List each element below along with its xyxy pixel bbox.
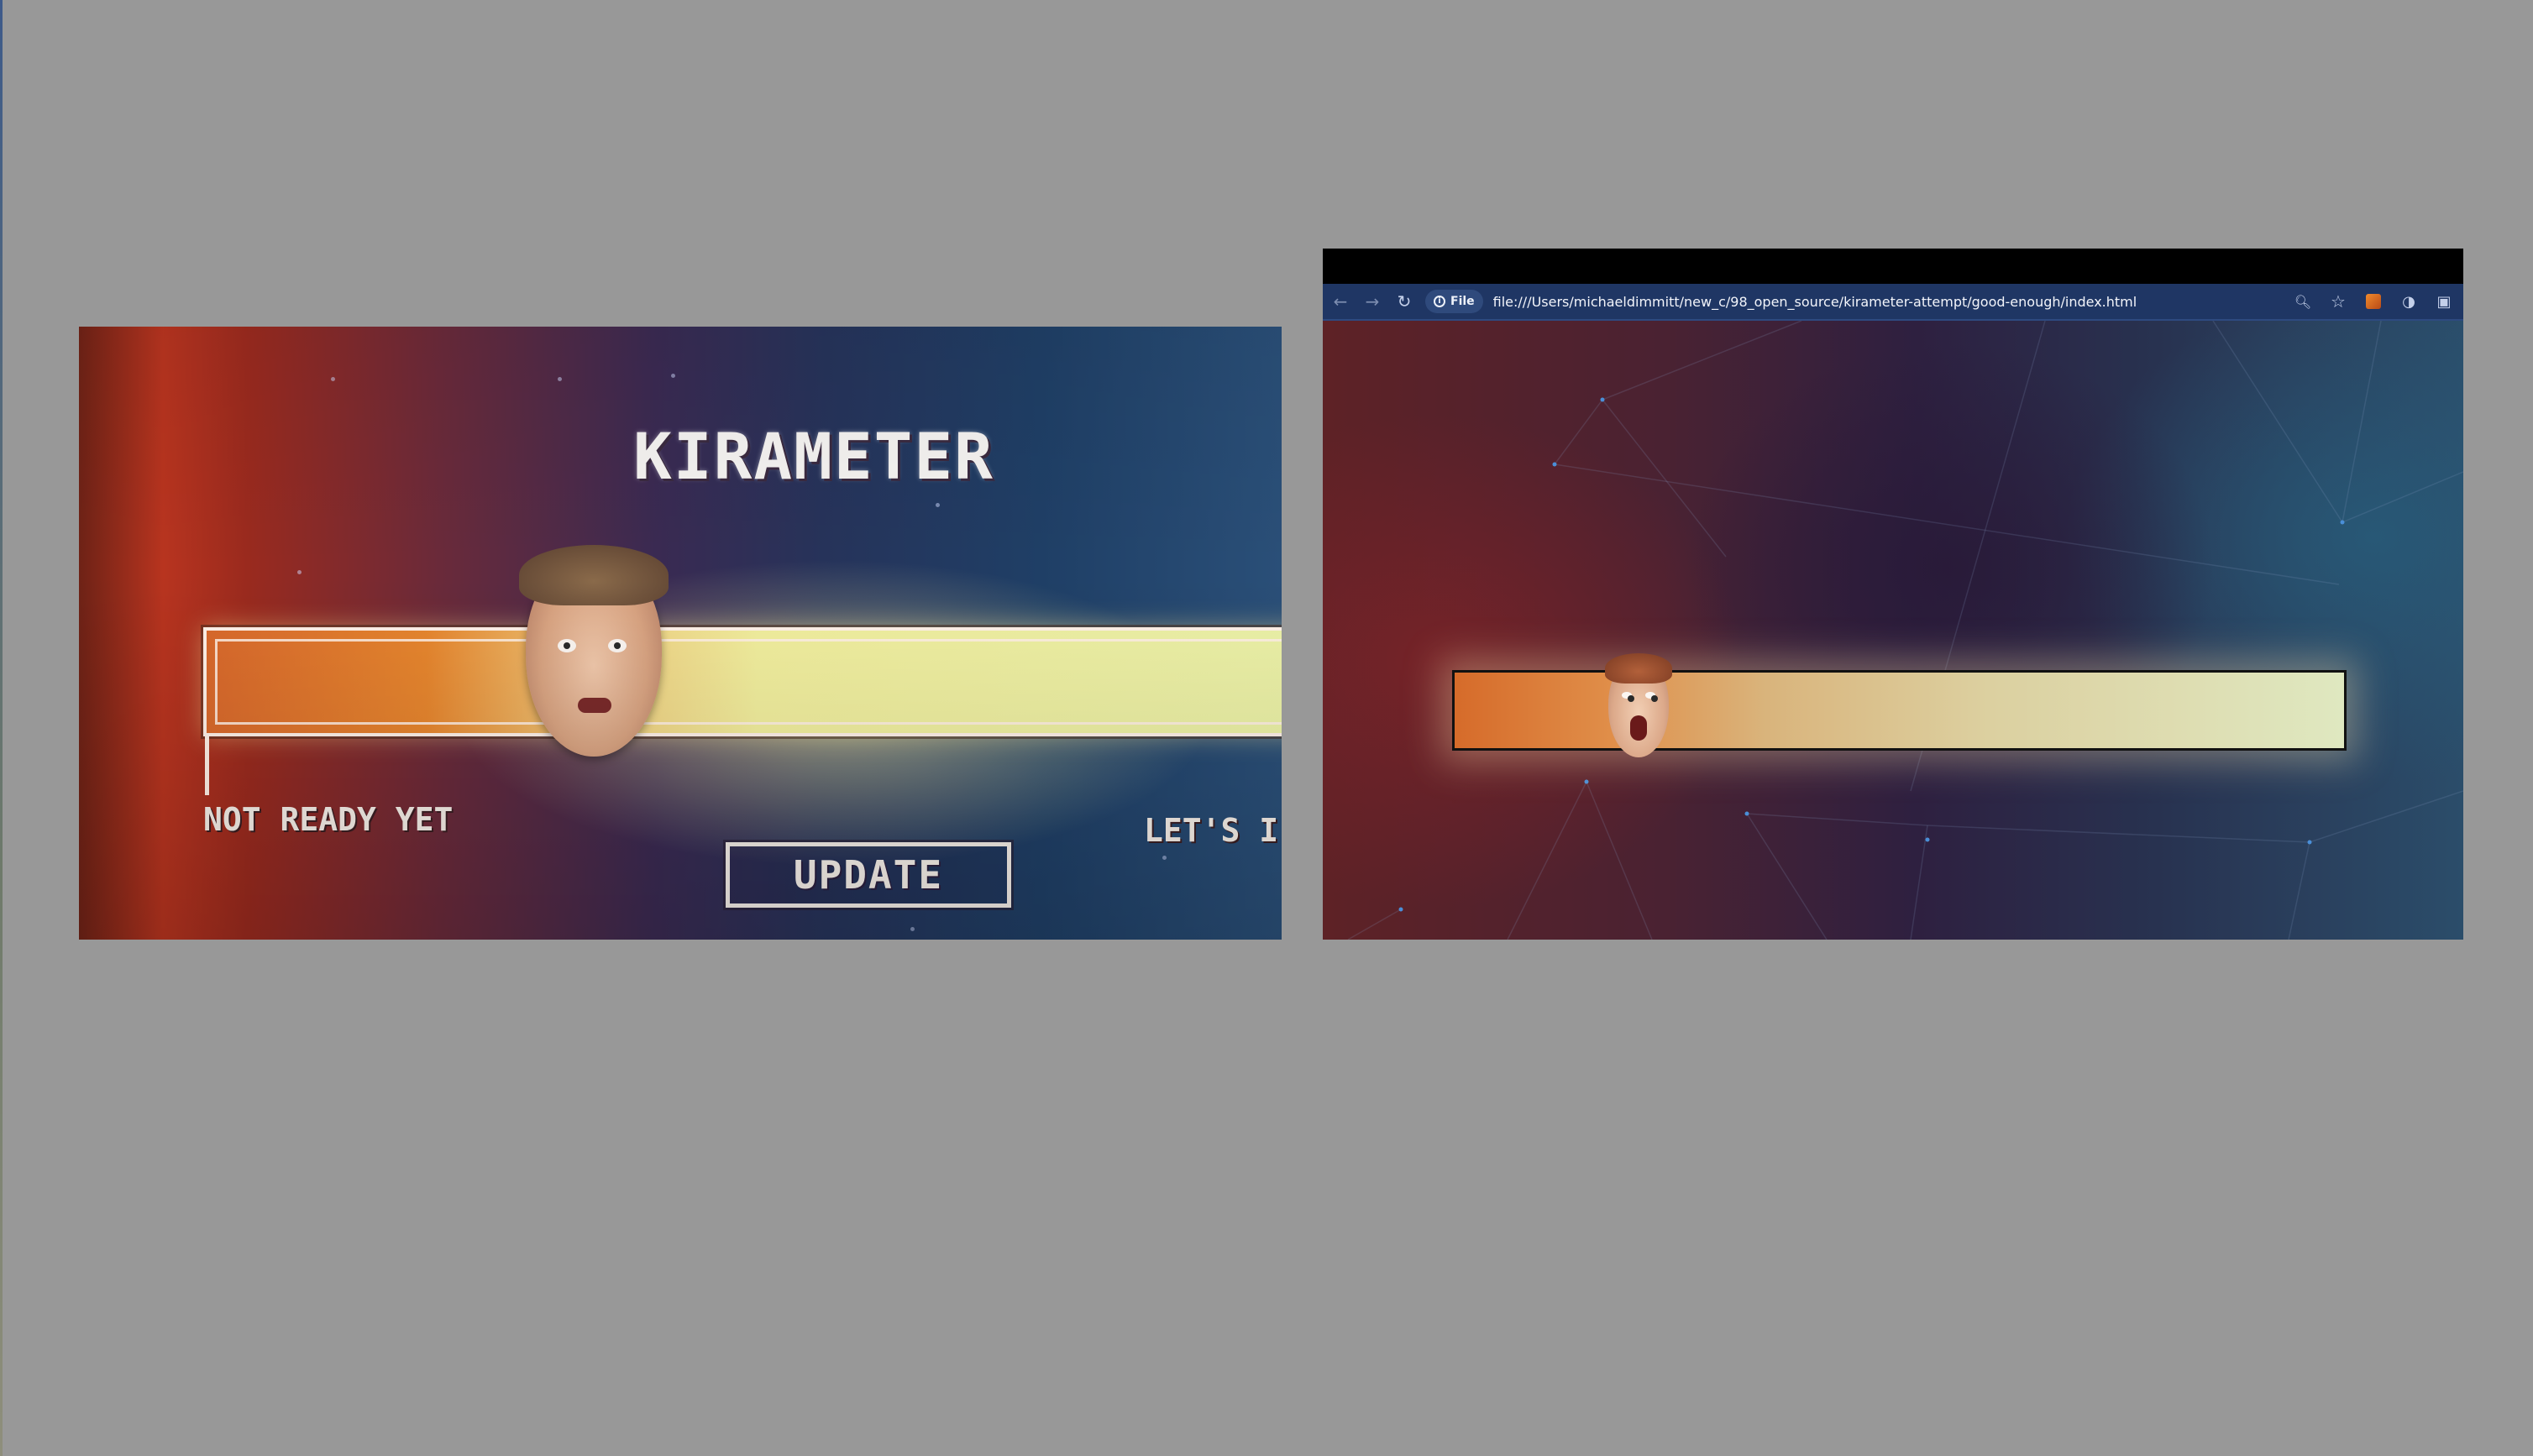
reference-meter-inner — [215, 639, 1282, 725]
url-text[interactable]: file:///Users/michaeldimmitt/new_c/98_op… — [1493, 294, 2137, 310]
mouth — [1630, 715, 1647, 741]
browser-window: ← → ↻ i File file:///Users/michaeldimmit… — [1323, 249, 2463, 940]
eye — [1622, 692, 1634, 702]
forward-icon[interactable]: → — [1358, 287, 1387, 316]
address-bar[interactable]: i File file:///Users/michaeldimmitt/new_… — [1425, 288, 2285, 315]
hair — [1605, 653, 1672, 683]
reference-meter-tick — [205, 736, 209, 795]
star — [331, 377, 335, 381]
eye — [1645, 692, 1658, 702]
info-icon: i — [1434, 296, 1445, 307]
eye — [608, 639, 627, 652]
window-edge — [0, 0, 3, 1456]
star — [558, 377, 562, 381]
reference-low-label: NOT READY YET — [203, 801, 454, 838]
constellation-background — [1347, 321, 2463, 940]
meter-face-marker[interactable] — [1605, 653, 1672, 757]
mouth — [578, 698, 611, 713]
star — [671, 374, 675, 378]
desktop: KIRAMETER NOT READY YET LET'S I UPDATE ←… — [0, 0, 2533, 1456]
puzzle-icon[interactable]: ▣ — [2430, 287, 2458, 316]
palette-icon[interactable]: ◑ — [2394, 287, 2423, 316]
star — [910, 927, 915, 931]
star — [297, 570, 302, 574]
reference-title: KIRAMETER — [633, 419, 994, 494]
toolbar-actions: 🔍︎ ☆ ◑ ▣ — [2285, 287, 2458, 316]
browser-toolbar: ← → ↻ i File file:///Users/michaeldimmit… — [1323, 284, 2463, 321]
star-icon[interactable]: ☆ — [2324, 287, 2352, 316]
reference-high-label: LET'S I — [1144, 812, 1279, 849]
reference-meter-bar — [203, 627, 1282, 736]
browser-titlebar — [1323, 249, 2463, 284]
back-icon[interactable]: ← — [1326, 287, 1355, 316]
eye — [558, 639, 576, 652]
star — [936, 503, 940, 507]
site-chip-label: File — [1450, 295, 1475, 308]
star — [1162, 856, 1167, 860]
reference-image: KIRAMETER NOT READY YET LET'S I UPDATE — [79, 327, 1282, 940]
page-content — [1323, 321, 2463, 940]
site-info-chip[interactable]: i File — [1425, 290, 1483, 313]
hair — [519, 545, 669, 605]
reference-face-marker — [519, 545, 669, 757]
extension-orange-icon[interactable] — [2359, 287, 2388, 316]
zoom-icon[interactable]: 🔍︎ — [2289, 287, 2317, 316]
kira-meter-bar — [1452, 670, 2347, 751]
update-button[interactable]: UPDATE — [723, 840, 1014, 910]
reload-icon[interactable]: ↻ — [1390, 287, 1419, 316]
